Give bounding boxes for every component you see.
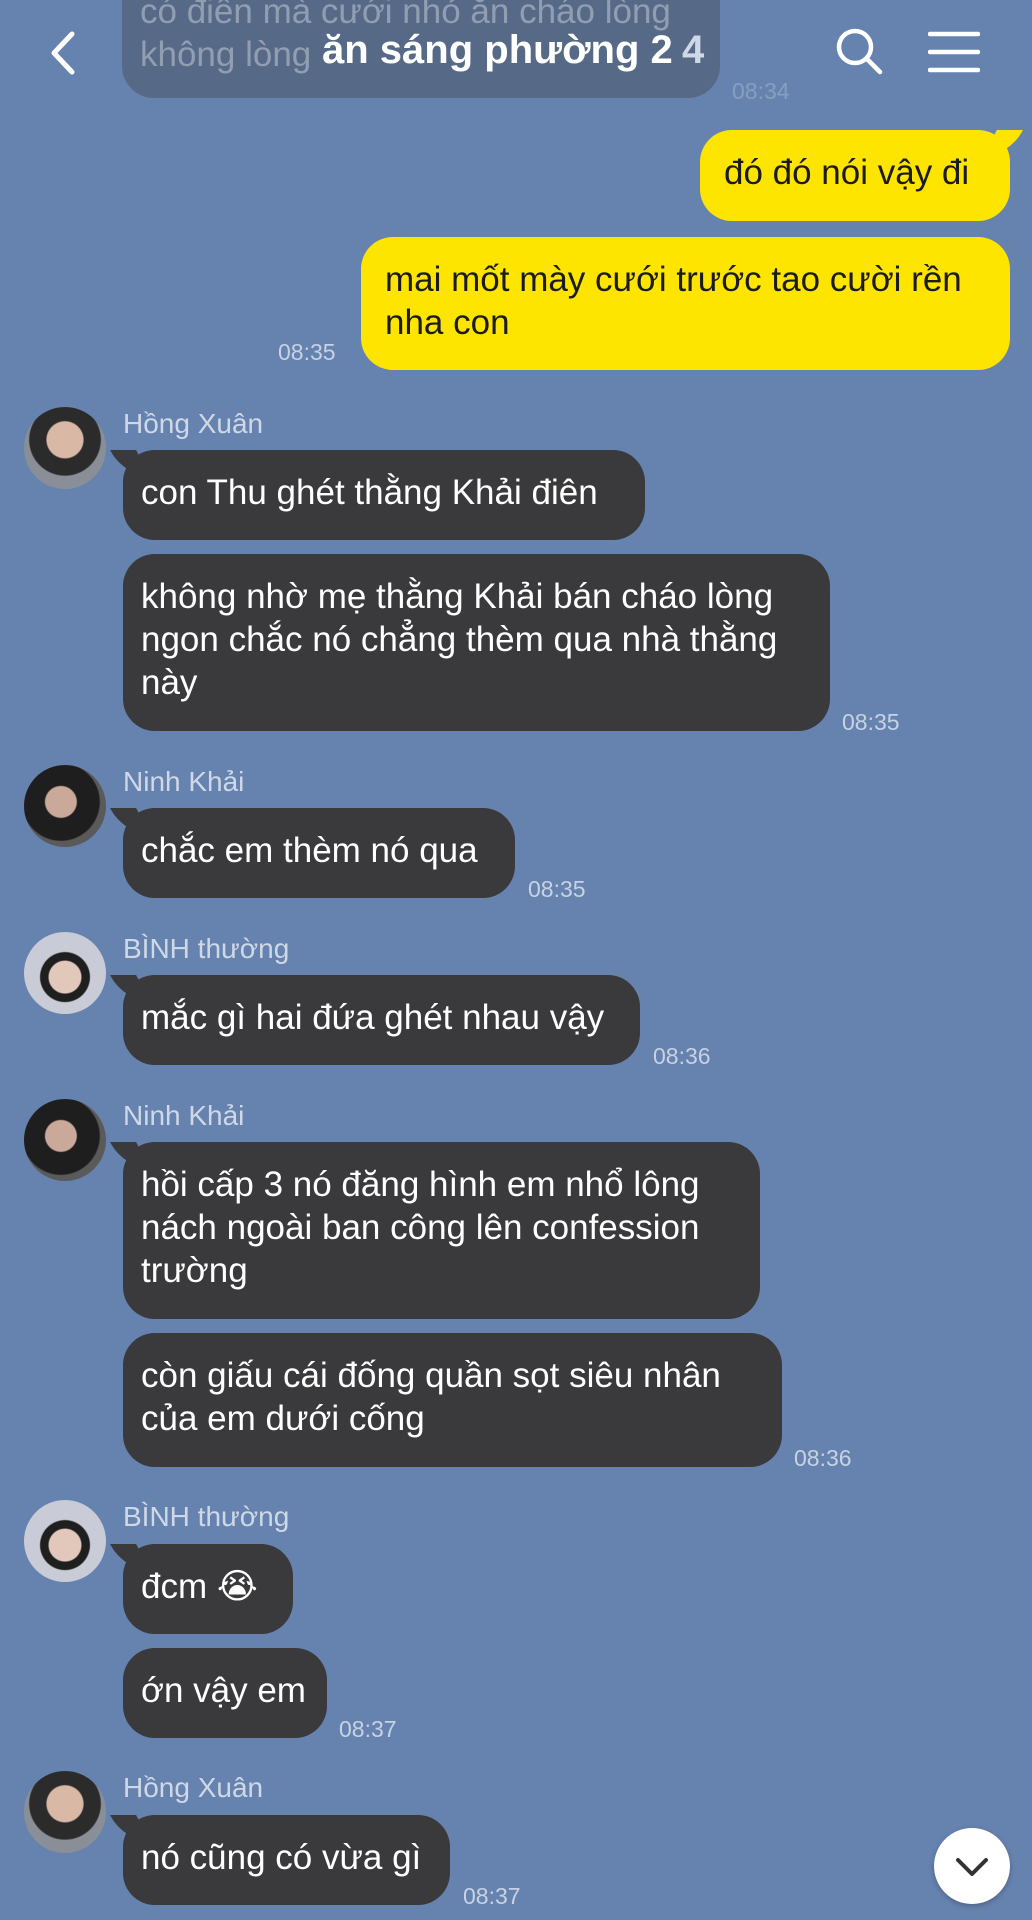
avatar-binh-thuong[interactable] xyxy=(24,1500,106,1582)
their-message[interactable]: ớn vậy em xyxy=(123,1648,327,1738)
their-message[interactable]: chắc em thèm nó qua xyxy=(123,808,515,898)
avatar-hong-xuan[interactable] xyxy=(24,1771,106,1853)
sender-name: BÌNH thường xyxy=(123,933,290,964)
sender-name: Ninh Khải xyxy=(123,766,245,797)
sender-name: Hồng Xuân xyxy=(123,408,264,439)
message-text: nó cũng có vừa gì xyxy=(141,1838,422,1877)
message-text: đó đó nói vậy đi xyxy=(724,153,970,192)
their-message[interactable]: con Thu ghét thằng Khải điên xyxy=(123,450,645,540)
back-button[interactable] xyxy=(40,28,90,78)
avatar-hong-xuan[interactable] xyxy=(24,407,106,489)
search-button[interactable] xyxy=(834,26,884,76)
message-text: mai mốt mày cưới trước tao cười rền nha … xyxy=(385,260,962,342)
message-time: 08:36 xyxy=(794,1445,852,1471)
their-message[interactable]: hồi cấp 3 nó đăng hình em nhổ lông nách … xyxy=(123,1142,760,1319)
message-text: con Thu ghét thằng Khải điên xyxy=(141,473,598,512)
message-time: 08:35 xyxy=(278,339,336,365)
message-time: 08:36 xyxy=(653,1043,711,1069)
their-message[interactable]: không nhờ mẹ thằng Khải bán cháo lòng ng… xyxy=(123,554,830,731)
message-time: 08:35 xyxy=(528,876,586,902)
my-message[interactable]: đó đó nói vậy đi xyxy=(700,130,1010,221)
sender-name: Hồng Xuân xyxy=(123,1772,264,1803)
message-text: chắc em thèm nó qua xyxy=(141,831,478,870)
their-message[interactable]: đcm 😭 xyxy=(123,1544,293,1634)
message-text: không nhờ mẹ thằng Khải bán cháo lòng ng… xyxy=(141,577,778,702)
their-message[interactable]: còn giấu cái đống quần sọt siêu nhân của… xyxy=(123,1333,782,1467)
message-text: hồi cấp 3 nó đăng hình em nhổ lông nách … xyxy=(141,1165,700,1290)
chat-title: ăn sáng phường 2 xyxy=(322,28,673,72)
chevron-left-icon xyxy=(51,31,75,75)
message-time: 08:37 xyxy=(339,1716,397,1742)
member-count: 4 xyxy=(682,28,705,72)
their-message[interactable]: nó cũng có vừa gì xyxy=(123,1815,450,1905)
avatar-ninh-khai[interactable] xyxy=(24,1099,106,1181)
menu-button[interactable] xyxy=(927,30,981,74)
faded-time: 08:34 xyxy=(732,78,790,104)
message-time: 08:37 xyxy=(463,1883,521,1909)
message-text: còn giấu cái đống quần sọt siêu nhân của… xyxy=(141,1356,721,1438)
avatar-ninh-khai[interactable] xyxy=(24,765,106,847)
sender-name: BÌNH thường xyxy=(123,1501,290,1532)
my-message[interactable]: mai mốt mày cưới trước tao cười rền nha … xyxy=(361,237,1010,370)
scroll-to-bottom-button[interactable] xyxy=(934,1828,1010,1904)
message-time: 08:35 xyxy=(842,709,900,735)
message-text: ớn vậy em xyxy=(141,1671,306,1710)
hamburger-menu-icon xyxy=(927,31,981,73)
chevron-down-icon xyxy=(956,1858,988,1876)
message-text: mắc gì hai đứa ghét nhau vậy xyxy=(141,998,605,1037)
avatar-binh-thuong[interactable] xyxy=(24,932,106,1014)
message-text: đcm 😭 xyxy=(141,1567,258,1606)
their-message[interactable]: mắc gì hai đứa ghét nhau vậy xyxy=(123,975,640,1065)
sender-name: Ninh Khải xyxy=(123,1100,245,1131)
search-icon xyxy=(836,28,883,75)
